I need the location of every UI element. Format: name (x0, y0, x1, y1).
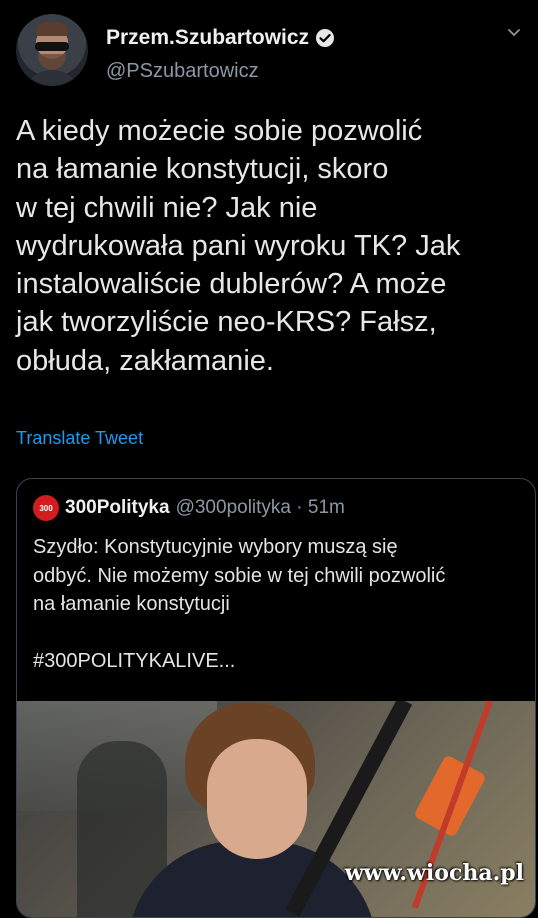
site-watermark: www.wiocha.pl (344, 860, 524, 886)
avatar[interactable] (16, 14, 88, 86)
quoted-author-name: 300Polityka (65, 497, 170, 518)
quoted-tweet-text: Szydło: Konstytucyjnie wybory muszą się … (33, 536, 446, 672)
author-handle[interactable]: @PSzubartowicz (106, 60, 259, 83)
quoted-author-logo-icon: 300 (33, 495, 59, 521)
tweet-header: Przem.Szubartowicz @PSzubartowicz (16, 14, 522, 90)
author-name-row[interactable]: Przem.Szubartowicz (106, 26, 335, 50)
quoted-tweet[interactable]: 300 300Polityka @300polityka · 51m Szydł… (16, 478, 536, 918)
chevron-down-icon[interactable] (506, 24, 522, 40)
quoted-author-handle-time: @300polityka · 51m (175, 497, 345, 518)
tweet-text: A kiedy możecie sobie pozwolić na łamani… (16, 115, 461, 377)
translate-tweet-link[interactable]: Translate Tweet (16, 428, 143, 449)
verified-badge-icon (315, 28, 335, 48)
quoted-tweet-header: 300 300Polityka @300polityka · 51m (33, 495, 345, 521)
author-display-name[interactable]: Przem.Szubartowicz (106, 26, 309, 50)
